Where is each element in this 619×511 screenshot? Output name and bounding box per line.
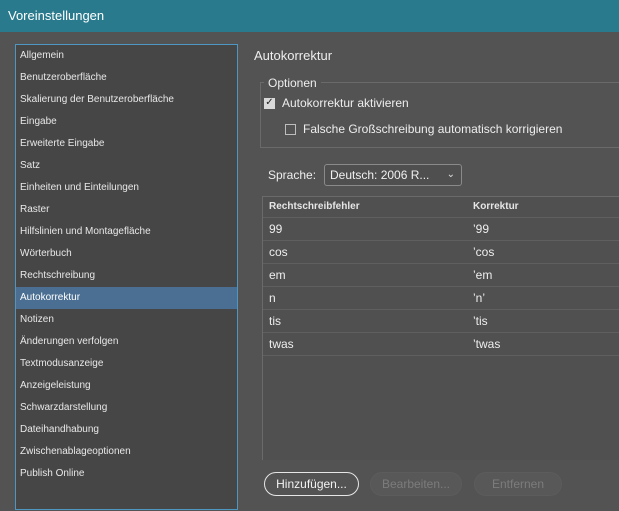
sidebar-item-schwarzdarstellung[interactable]: Schwarzdarstellung — [16, 397, 237, 419]
cell-misspelling: tis — [269, 314, 281, 328]
sidebar-item-aenderungen[interactable]: Änderungen verfolgen — [16, 331, 237, 353]
sidebar-item-dateihandhabung[interactable]: Dateihandhabung — [16, 419, 237, 441]
capitalization-row[interactable]: Falsche Großschreibung automatisch korri… — [285, 122, 562, 136]
cell-misspelling: twas — [269, 337, 294, 351]
autocorrect-table: Rechtschreibfehler Korrektur 99 ’99 cos … — [262, 196, 619, 460]
window-title: Voreinstellungen — [8, 8, 105, 23]
remove-button[interactable]: Entfernen — [474, 472, 562, 496]
window-titlebar: Voreinstellungen — [0, 0, 619, 32]
cell-correction: ’twas — [473, 337, 501, 351]
language-value: Deutsch: 2006 R... — [330, 168, 430, 182]
table-row[interactable]: 99 ’99 — [263, 218, 619, 241]
section-title: Autokorrektur — [254, 48, 333, 63]
edit-button[interactable]: Bearbeiten... — [370, 472, 462, 496]
sidebar-item-rechtschreibung[interactable]: Rechtschreibung — [16, 265, 237, 287]
autocorrect-enable-checkbox[interactable]: ✓ — [264, 97, 275, 109]
options-group — [260, 82, 619, 148]
sidebar-item-autokorrektur[interactable]: Autokorrektur — [16, 287, 237, 309]
sidebar-item-eingabe[interactable]: Eingabe — [16, 111, 237, 133]
sidebar-item-benutzeroberflaeche[interactable]: Benutzeroberfläche — [16, 67, 237, 89]
cell-misspelling: em — [269, 268, 286, 282]
table-row[interactable]: twas ’twas — [263, 333, 619, 356]
language-dropdown[interactable]: Deutsch: 2006 R... ⌄ — [324, 164, 462, 186]
table-row[interactable]: em ’em — [263, 264, 619, 287]
sidebar-item-publish-online[interactable]: Publish Online — [16, 463, 237, 485]
cell-correction: ’cos — [473, 245, 495, 259]
sidebar-item-notizen[interactable]: Notizen — [16, 309, 237, 331]
capitalization-checkbox[interactable] — [285, 123, 296, 135]
cell-correction: ’em — [473, 268, 493, 282]
table-row[interactable]: n ’n’ — [263, 287, 619, 310]
column-header-misspelling[interactable]: Rechtschreibfehler — [269, 197, 360, 217]
cell-misspelling: cos — [269, 245, 288, 259]
table-header: Rechtschreibfehler Korrektur — [263, 197, 619, 218]
cell-correction: ’tis — [473, 314, 488, 328]
sidebar-item-zwischenablage[interactable]: Zwischenablageoptionen — [16, 441, 237, 463]
sidebar-item-hilfslinien[interactable]: Hilfslinien und Montagefläche — [16, 221, 237, 243]
capitalization-label: Falsche Großschreibung automatisch korri… — [303, 122, 563, 136]
cell-misspelling: n — [269, 291, 276, 305]
sidebar-item-skalierung[interactable]: Skalierung der Benutzeroberfläche — [16, 89, 237, 111]
sidebar-item-einheiten[interactable]: Einheiten und Einteilungen — [16, 177, 237, 199]
autocorrect-enable-label: Autokorrektur aktivieren — [282, 96, 409, 110]
sidebar-item-woerterbuch[interactable]: Wörterbuch — [16, 243, 237, 265]
sidebar-item-textmodusanzeige[interactable]: Textmodusanzeige — [16, 353, 237, 375]
options-legend: Optionen — [264, 76, 321, 90]
table-row[interactable]: cos ’cos — [263, 241, 619, 264]
add-button[interactable]: Hinzufügen... — [264, 472, 359, 496]
table-row[interactable]: tis ’tis — [263, 310, 619, 333]
language-label: Sprache: — [268, 168, 317, 182]
cell-misspelling: 99 — [269, 222, 283, 236]
chevron-down-icon: ⌄ — [446, 169, 455, 180]
cell-correction: ’99 — [473, 222, 490, 236]
sidebar-item-raster[interactable]: Raster — [16, 199, 237, 221]
preferences-sidebar: Allgemein Benutzeroberfläche Skalierung … — [15, 44, 238, 510]
autocorrect-enable-row[interactable]: ✓ Autokorrektur aktivieren — [264, 96, 409, 110]
sidebar-item-allgemein[interactable]: Allgemein — [16, 45, 237, 67]
sidebar-item-satz[interactable]: Satz — [16, 155, 237, 177]
sidebar-item-erweiterte-eingabe[interactable]: Erweiterte Eingabe — [16, 133, 237, 155]
sidebar-item-anzeigeleistung[interactable]: Anzeigeleistung — [16, 375, 237, 397]
column-header-correction[interactable]: Korrektur — [473, 197, 519, 217]
cell-correction: ’n’ — [473, 291, 486, 305]
